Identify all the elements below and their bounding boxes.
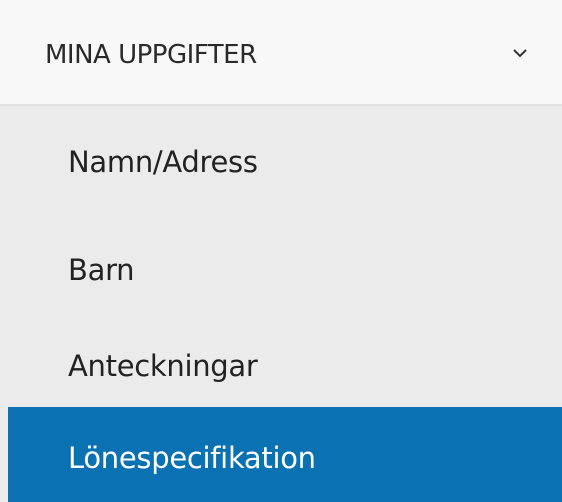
menu-header-toggle[interactable]: MINA UPPGIFTER xyxy=(0,0,562,106)
menu-header-label: MINA UPPGIFTER xyxy=(45,40,257,70)
menu-item-anteckningar[interactable]: Anteckningar xyxy=(8,311,562,407)
menu-item-lonespecifikation-active[interactable]: Lönespecifikation xyxy=(8,407,562,502)
menu-item-label: Lönespecifikation xyxy=(68,441,316,475)
menu-list: Namn/Adress Barn Anteckningar Lönespecif… xyxy=(0,106,562,502)
menu-item-namn-adress[interactable]: Namn/Adress xyxy=(8,106,562,214)
menu-item-label: Namn/Adress xyxy=(68,145,258,179)
menu-item-label: Barn xyxy=(68,253,135,287)
my-details-menu: MINA UPPGIFTER Namn/Adress Barn Anteckni… xyxy=(0,0,562,502)
menu-item-label: Anteckningar xyxy=(68,349,258,383)
menu-item-barn[interactable]: Barn xyxy=(8,214,562,311)
chevron-down-icon xyxy=(512,44,528,58)
